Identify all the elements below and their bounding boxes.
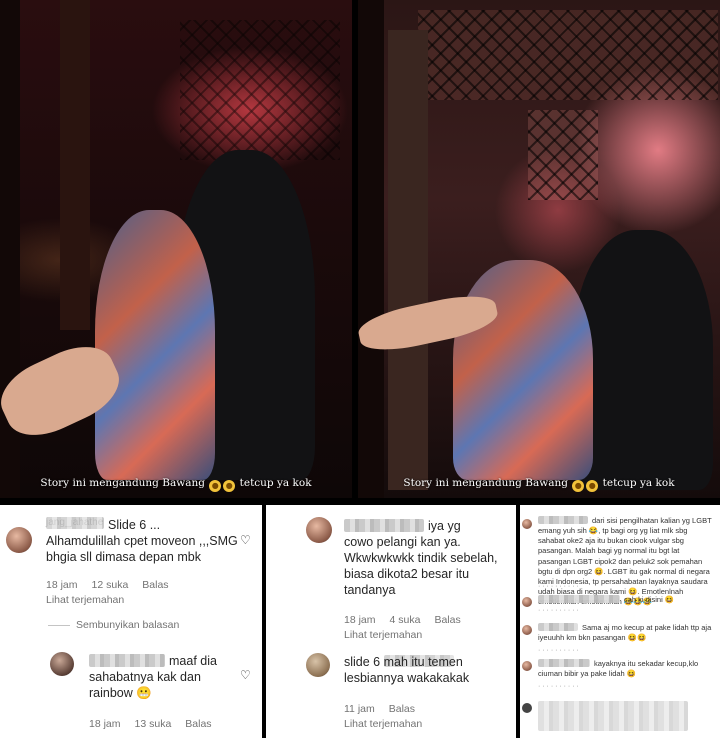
avatar[interactable] (522, 625, 532, 635)
grimace-emoji-icon: ● (209, 480, 222, 492)
comment-panel-1: jang_jahathe Slide 6 ... Alhamdulillah c… (0, 505, 262, 738)
avatar[interactable] (50, 652, 74, 676)
hide-replies-button[interactable]: Sembunyikan balasan (76, 619, 179, 631)
comment-text: dari sisi pengilhatan kalian yg LGBT ema… (538, 516, 712, 606)
comment-meta: · · · · · · · · · · (538, 607, 579, 614)
like-heart-icon[interactable]: ♡ (240, 533, 251, 547)
ceiling-lattice (180, 20, 340, 160)
comment-text: iya yg cowo pelangi kan ya. Wkwkwkwkk ti… (344, 519, 498, 597)
avatar[interactable] (306, 517, 332, 543)
reply-meta: 18 jam 13 suka Balas (89, 718, 226, 730)
ceiling-lattice (418, 10, 718, 100)
woman-shirt (95, 210, 215, 480)
comment-text: Sama aj mo kecup at pake lidah ttp aja i… (538, 623, 712, 643)
comment-text: cah ki disini 😆 (624, 595, 675, 604)
avatar[interactable] (522, 597, 532, 607)
comment-redaction (538, 701, 688, 731)
avatar[interactable] (522, 703, 532, 713)
window-lattice (528, 110, 598, 200)
comment-meta: 18 jam 12 suka Balas (46, 579, 183, 591)
reply-text: maaf dia sahabatnya kak dan rainbow 😬 (89, 654, 217, 700)
man-figure (573, 230, 713, 490)
caption-text: Story ini mengandung Bawang (40, 477, 205, 489)
username-redaction (538, 595, 620, 603)
reply-button[interactable]: Balas (142, 579, 168, 591)
avatar[interactable] (306, 653, 330, 677)
woman-shirt (453, 260, 593, 480)
comment-text: slide 6 mah itu temen lesbiannya wakakak… (344, 655, 470, 685)
grimace-emoji-icon: ● (586, 480, 599, 492)
comment-meta: 18 jam 4 suka Balas (344, 614, 475, 626)
comment-panel-3: dari sisi pengilhatan kalian yg LGBT ema… (520, 505, 720, 738)
grimace-emoji-icon: ● (223, 480, 236, 492)
story-frame-right: Story ini mengandung Bawang ● ● tetcup ya… (358, 0, 720, 498)
wooden-pillar (60, 0, 90, 330)
translate-link[interactable]: Lihat terjemahan (344, 718, 422, 730)
wooden-pillar (388, 30, 428, 490)
caption-tail: tetcup ya kok (239, 477, 312, 489)
avatar[interactable] (6, 527, 32, 553)
comment-meta: 11 jam Balas (344, 703, 429, 715)
comment-meta: · · · · · · · · · · (538, 647, 579, 654)
comment-time: 18 jam (46, 579, 78, 591)
comment-likes[interactable]: 4 suka (390, 614, 421, 626)
dark-pillar (358, 0, 384, 498)
comment-meta: · · · · · · · · · · (538, 583, 579, 590)
story-caption: Story ini mengandung Bawang ● ● tetcup ya… (358, 477, 720, 492)
comment-text: Slide 6 ... Alhamdulillah cpet moveon ,,… (46, 518, 238, 564)
divider (48, 625, 70, 626)
caption-tail: tetcup ya kok (602, 477, 675, 489)
like-heart-icon[interactable]: ♡ (240, 668, 251, 682)
avatar[interactable] (522, 519, 532, 529)
comment-likes[interactable]: 12 suka (92, 579, 129, 591)
story-frame-left: Story ini mengandung Bawang ● ● tetcup ya… (0, 0, 352, 498)
grimace-emoji-icon: ● (572, 480, 585, 492)
comment-text: kayaknya itu sekadar kecup,klo ciuman bi… (538, 659, 699, 679)
comment-likes[interactable]: 13 suka (135, 718, 172, 730)
reply-button[interactable]: Balas (389, 703, 415, 715)
reply-button[interactable]: Balas (434, 614, 460, 626)
avatar[interactable] (522, 661, 532, 671)
comment-time: 11 jam (344, 703, 375, 715)
reply-button[interactable]: Balas (185, 718, 211, 730)
comment-time: 18 jam (344, 614, 376, 626)
caption-text: Story ini mengandung Bawang (403, 477, 568, 489)
translate-link[interactable]: Lihat terjemahan (344, 629, 422, 641)
story-caption: Story ini mengandung Bawang ● ● tetcup ya… (0, 477, 352, 492)
translate-link[interactable]: Lihat terjemahan (46, 594, 124, 606)
comment-panel-2: iya yg cowo pelangi kan ya. Wkwkwkwkk ti… (266, 505, 516, 738)
comment-meta: · · · · · · · · · · (538, 683, 579, 690)
comment-time: 18 jam (89, 718, 121, 730)
